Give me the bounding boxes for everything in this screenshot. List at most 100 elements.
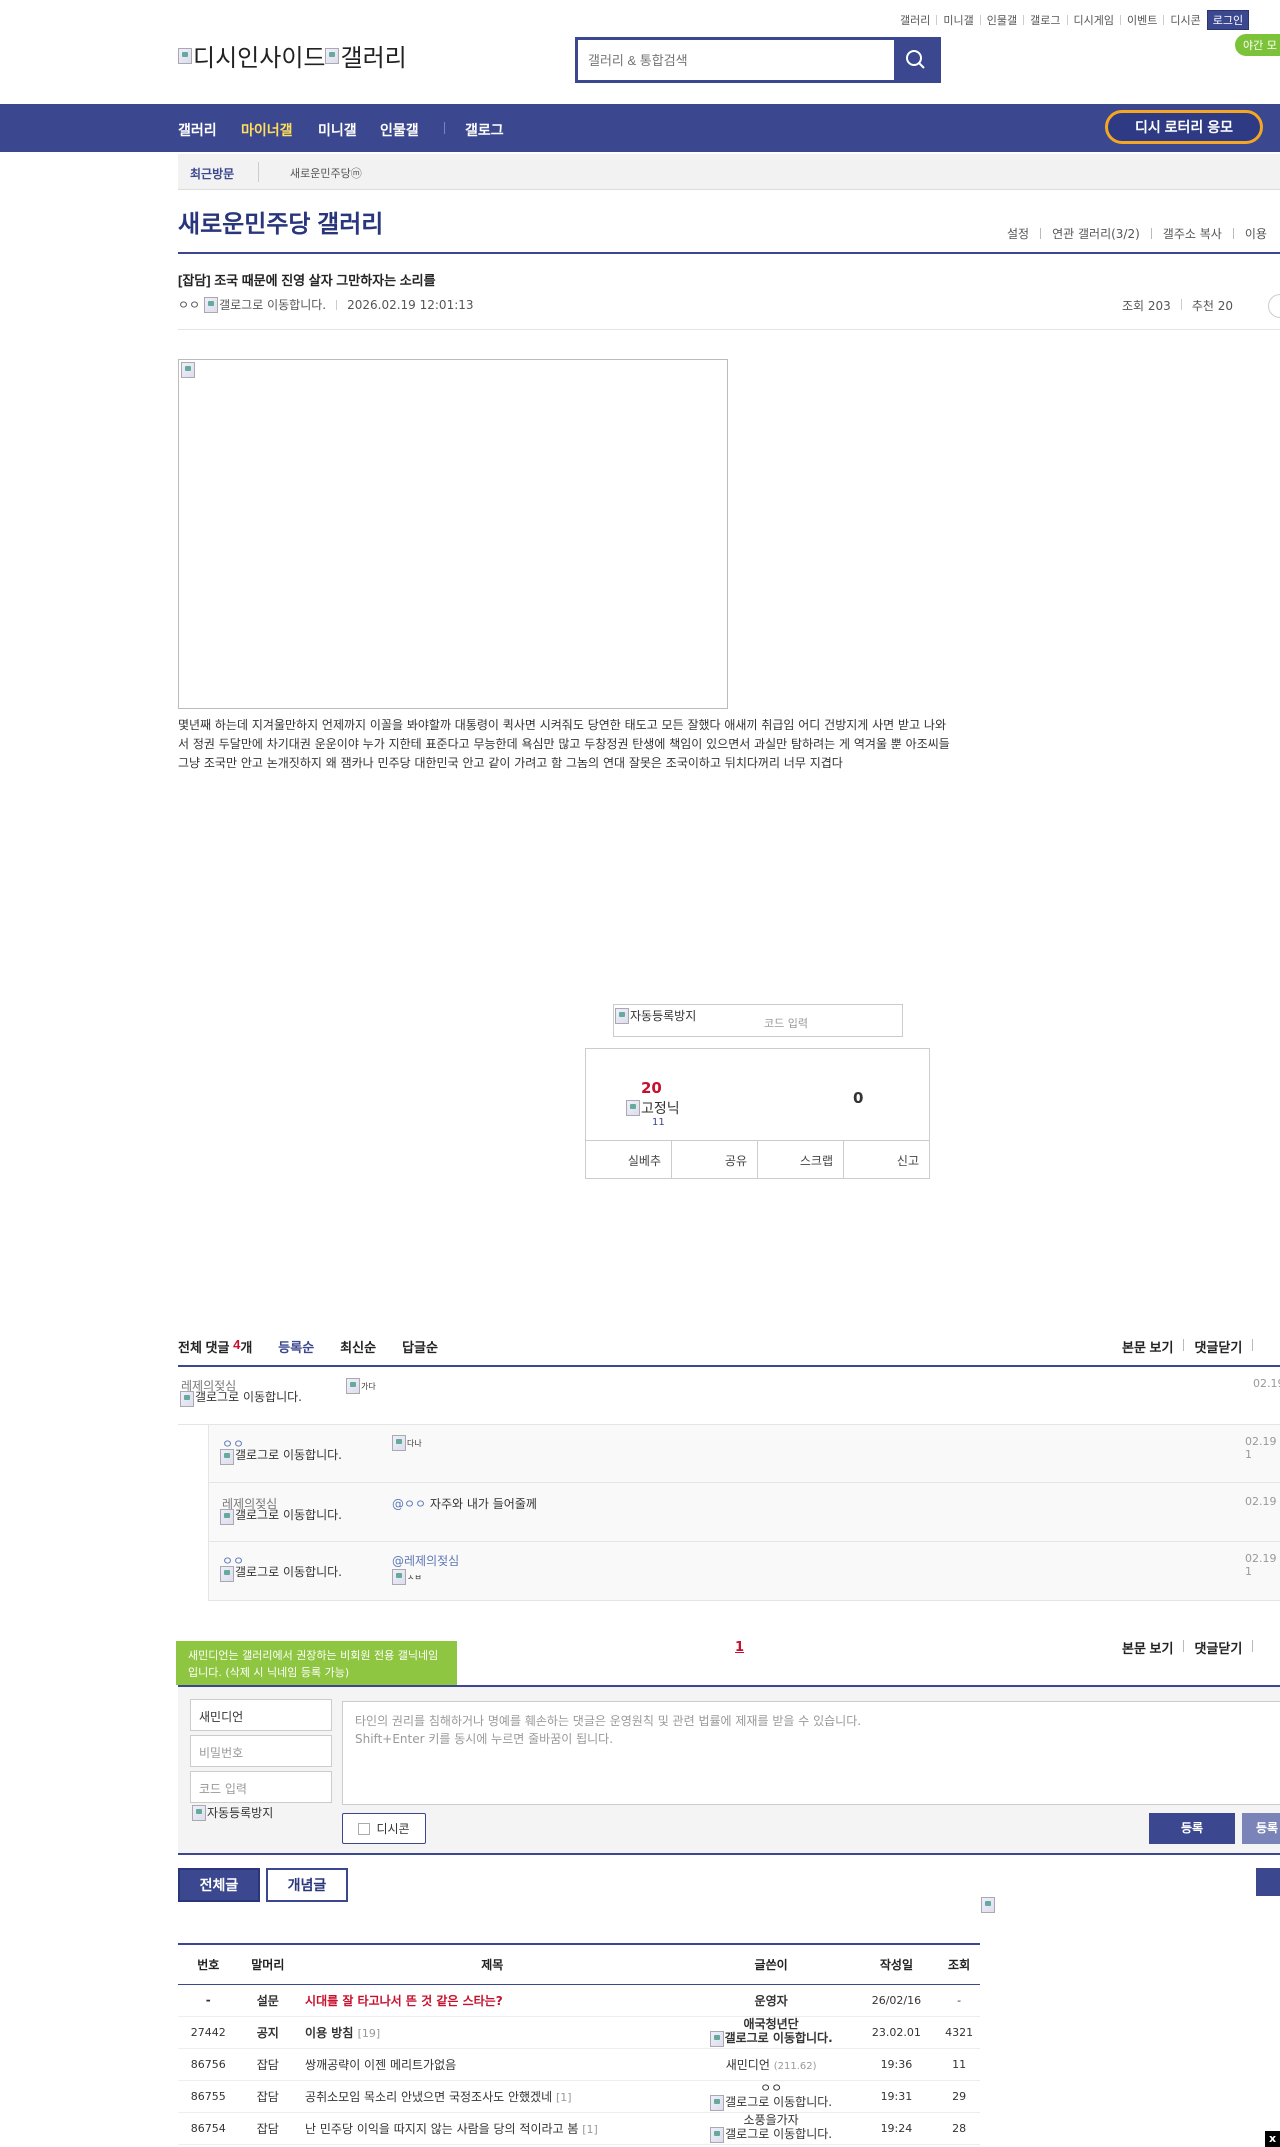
comment-textarea[interactable]: 타인의 권리를 침해하거나 명예를 훼손하는 댓글은 운영원칙 및 관련 법률에… (342, 1701, 1280, 1805)
nav-gallery[interactable]: 갤러리 (178, 120, 217, 140)
view-body-button[interactable]: 본문 보기 (1122, 1337, 1173, 1356)
recent-visit-label[interactable]: 최근방문 (190, 165, 234, 182)
gallery-title[interactable]: 새로운민주당 갤러리 (178, 204, 383, 239)
gallog-icon[interactable] (204, 296, 219, 313)
sort-by-registered[interactable]: 등록순 (278, 1337, 314, 1356)
comment-count-unit: 개 (240, 1340, 253, 1355)
row-writer-nick[interactable]: 새민디언 (726, 2058, 770, 2072)
row-writer-gallog[interactable]: 갤로그로 이동합니다. (725, 2128, 832, 2141)
row-title[interactable]: 시대를 잘 타고나서 뜬 것 같은 스타는? (297, 1984, 688, 2017)
dccon-button[interactable]: 디시콘 (342, 1813, 426, 1844)
row-title[interactable]: 쌍깨공략이 이젠 메리트가없음 (297, 2048, 688, 2081)
reply-gallog[interactable]: 갤로그로 이동합니다. (220, 1449, 348, 1465)
nav-person-gallery[interactable]: 인물갤 (380, 120, 419, 140)
search-button[interactable] (894, 40, 938, 80)
scrap-button[interactable]: 스크랩 (758, 1141, 844, 1179)
row-writer[interactable]: ㅇㅇ 갤로그로 이동합니다. (687, 2080, 855, 2113)
reply-mention[interactable]: @레제의젖심 (392, 1552, 459, 1569)
password-field[interactable]: 비밀번호 (190, 1735, 332, 1767)
nav-gallog[interactable]: 갤로그 (465, 120, 504, 140)
night-mode-toggle[interactable]: 야간 모 (1235, 34, 1280, 56)
close-comments-button[interactable]: 댓글닫기 (1194, 1638, 1242, 1657)
row-reply-count[interactable]: [1] (556, 2091, 572, 2104)
util-link-game[interactable]: 디시게임 (1074, 12, 1114, 28)
tab-best-posts[interactable]: 개념글 (266, 1868, 348, 1902)
top-util-bar: 갤러리 미니갤 인물갤 갤로그 디시게임 이벤트 디시콘 로그인 (900, 10, 1250, 30)
banner-image[interactable] (981, 1897, 996, 1913)
util-link-person[interactable]: 인물갤 (987, 12, 1017, 28)
sort-by-replies[interactable]: 답글순 (402, 1337, 438, 1356)
row-writer[interactable]: 애국청년단 갤로그로 이동합니다. (687, 2016, 855, 2049)
row-title[interactable]: 이용 방침 [19] (297, 2016, 688, 2049)
post-author[interactable]: ㅇㅇ (178, 296, 200, 313)
row-writer[interactable]: 운영자 (687, 1984, 855, 2017)
row-reply-count[interactable]: [19] (358, 2027, 381, 2040)
reply-dccon-alt: ㅅㅂ (407, 1572, 422, 1582)
tab-all-posts[interactable]: 전체글 (178, 1868, 260, 1902)
row-title-text[interactable]: 공취소모임 목소리 안냈으면 국정조사도 안했겠네 (305, 2090, 552, 2104)
row-reply-count[interactable]: [1] (582, 2123, 598, 2136)
copy-address-link[interactable]: 갤주소 복사 (1163, 225, 1222, 242)
row-date: 19:31 (854, 2080, 939, 2113)
reply-gallog[interactable]: 갤로그로 이동합니다. (220, 1509, 348, 1525)
captcha-code-input[interactable]: 코드 입력 (764, 1015, 808, 1031)
sort-by-latest[interactable]: 최신순 (340, 1337, 376, 1356)
nickname-field[interactable]: 새민디언 (190, 1699, 332, 1731)
util-link-dccon[interactable]: 디시콘 (1170, 12, 1200, 28)
write-post-button[interactable] (1256, 1868, 1280, 1896)
table-row[interactable]: 86755 잡담 공취소모임 목소리 안냈으면 국정조사도 안했겠네 [1] ㅇ… (178, 2080, 980, 2113)
row-writer-gallog[interactable]: 갤로그로 이동합니다. (725, 2032, 833, 2045)
code-input-field[interactable]: 코드 입력 (190, 1771, 332, 1803)
nav-minor-gallery[interactable]: 마이너갤 (241, 120, 293, 140)
col-date[interactable]: 작성일 (854, 1943, 939, 1985)
post-image[interactable] (178, 359, 728, 709)
close-icon[interactable]: x (1265, 2131, 1280, 2147)
comment-page-1[interactable]: 1 (735, 1640, 744, 1655)
row-writer-nick[interactable]: ㅇㅇ (688, 2081, 855, 2095)
login-button[interactable]: 로그인 (1206, 10, 1250, 30)
reply-mention[interactable]: @ㅇㅇ (392, 1495, 426, 1512)
comment-gallog[interactable]: 갤로그로 이동합니다. (180, 1391, 308, 1407)
usage-link[interactable]: 이용 (1245, 225, 1267, 242)
table-row-survey[interactable]: - 설문 시대를 잘 타고나서 뜬 것 같은 스타는? 운영자 26/02/16… (178, 1984, 980, 2017)
row-writer[interactable]: 새민디언 (211.62) (687, 2048, 855, 2081)
best-recommend-button[interactable]: 실베추 (586, 1141, 672, 1179)
post-author-gallog[interactable]: 갤로그로 이동합니다. (219, 296, 326, 313)
row-head: 공지 (238, 2016, 298, 2049)
table-row[interactable]: 86756 잡담 쌍깨공략이 이젠 메리트가없음 새민디언 (211.62) 1… (178, 2048, 980, 2081)
submit-recommend-button[interactable]: 등록 (1242, 1813, 1280, 1844)
report-button[interactable]: 신고 (844, 1141, 929, 1179)
related-gallery-link[interactable]: 연관 갤러리(3/2) (1052, 225, 1140, 242)
util-link-gallog[interactable]: 갤로그 (1030, 12, 1060, 28)
util-link-gallery[interactable]: 갤러리 (900, 12, 930, 28)
lottery-button[interactable]: 디시 로터리 응모 (1105, 110, 1263, 144)
settings-link[interactable]: 설정 (1007, 225, 1029, 242)
table-row[interactable]: 86754 잡담 난 민주당 이익을 따지지 않는 사람을 당의 적이라고 봄 … (178, 2112, 980, 2145)
row-title[interactable]: 난 민주당 이익을 따지지 않는 사람을 당의 적이라고 봄 [1] (297, 2112, 688, 2145)
close-comments-button[interactable]: 댓글닫기 (1194, 1337, 1242, 1356)
row-writer[interactable]: 소풍을가자 갤로그로 이동합니다. (687, 2112, 855, 2145)
row-title[interactable]: 공취소모임 목소리 안냈으면 국정조사도 안했겠네 [1] (297, 2080, 688, 2113)
reply-gallog[interactable]: 갤로그로 이동합니다. (220, 1566, 348, 1582)
broken-image-icon (181, 362, 195, 378)
row-writer-nick[interactable]: 소풍을가자 (688, 2113, 855, 2127)
row-title-text[interactable]: 난 민주당 이익을 따지지 않는 사람을 당의 적이라고 봄 (305, 2122, 578, 2136)
reply-gallog-alt: 갤로그로 이동합니다. (235, 1508, 342, 1522)
nav-mini-gallery[interactable]: 미니갤 (318, 120, 357, 140)
share-button[interactable]: 공유 (672, 1141, 758, 1179)
util-link-minor[interactable]: 미니갤 (943, 12, 973, 28)
table-row-notice[interactable]: 27442 공지 이용 방침 [19] 애국청년단 갤로그로 이동합니다. 23.… (178, 2016, 980, 2049)
row-title-text[interactable]: 이용 방침 (305, 2026, 353, 2040)
util-link-event[interactable]: 이벤트 (1127, 12, 1157, 28)
col-views[interactable]: 조회 (938, 1943, 980, 1985)
recent-visit-gallery[interactable]: 새로운민주당ⓜ (290, 165, 362, 181)
submit-button[interactable]: 등록 (1149, 1813, 1235, 1844)
comment-total-label: 전체 댓글 (178, 1340, 230, 1355)
row-writer-gallog[interactable]: 갤로그로 이동합니다. (725, 2096, 832, 2109)
search-input[interactable] (578, 40, 893, 80)
site-logo[interactable]: 디시인사이드 갤러리 (178, 38, 407, 73)
more-button[interactable] (1268, 294, 1280, 318)
divider (1023, 15, 1025, 25)
view-body-button[interactable]: 본문 보기 (1122, 1638, 1173, 1657)
row-writer-nick[interactable]: 애국청년단 (688, 2017, 855, 2031)
